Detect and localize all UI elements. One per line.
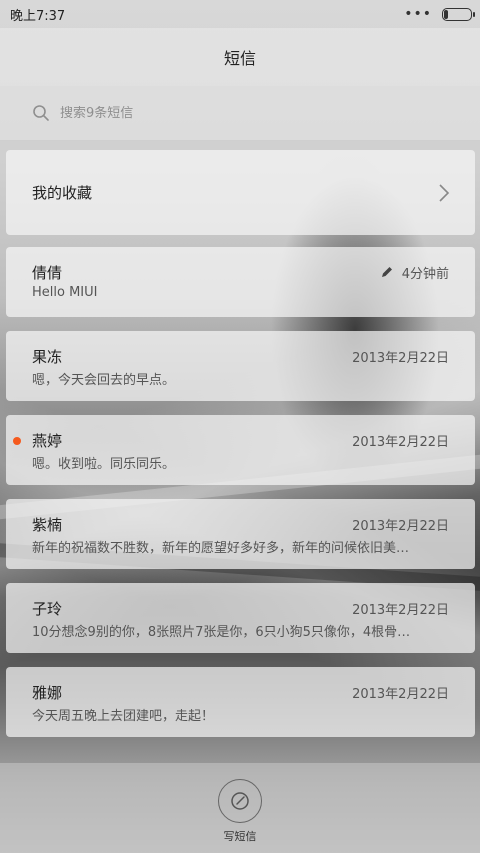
- page-title: 短信: [223, 49, 256, 68]
- status-bar: 晚上7:37 •••: [0, 0, 480, 28]
- message-time: 2013年2月22日: [352, 518, 449, 534]
- battery-icon: [442, 7, 475, 21]
- conversation-item[interactable]: 紫楠 2013年2月22日 新年的祝福数不胜数，新年的愿望好多好多，新年的问候依…: [6, 499, 475, 569]
- message-preview: 嗯，今天会回去的早点。: [32, 373, 176, 388]
- search-bar[interactable]: [0, 86, 480, 141]
- conversation-item[interactable]: 子玲 2013年2月22日 10分想念9别的你，8张照片7张是你，6只小狗5只像…: [6, 583, 475, 653]
- message-time: 2013年2月22日: [352, 602, 449, 618]
- message-preview: Hello MIUI: [32, 285, 98, 300]
- compose-button[interactable]: [218, 779, 262, 823]
- unread-indicator-icon: [13, 437, 21, 445]
- bottom-action-bar: 写短信: [0, 763, 480, 853]
- message-time: 4分钟前: [380, 263, 449, 282]
- message-time: 2013年2月22日: [352, 686, 449, 702]
- conversation-item[interactable]: 果冻 2013年2月22日 嗯，今天会回去的早点。: [6, 331, 475, 401]
- search-input[interactable]: [60, 105, 440, 121]
- message-preview: 嗯。收到啦。同乐同乐。: [32, 457, 176, 472]
- conversation-item[interactable]: 倩倩 4分钟前 Hello MIUI: [6, 247, 475, 317]
- conversation-item[interactable]: 燕婷 2013年2月22日 嗯。收到啦。同乐同乐。: [6, 415, 475, 485]
- message-preview: 10分想念9别的你，8张照片7张是你，6只小狗5只像你，4根骨…: [32, 625, 411, 640]
- message-time: 2013年2月22日: [352, 434, 449, 450]
- draft-pencil-icon: [381, 267, 392, 277]
- contact-name: 燕婷: [32, 431, 63, 450]
- contact-name: 子玲: [32, 599, 63, 618]
- message-preview: 新年的祝福数不胜数，新年的愿望好多好多，新年的问候依旧美…: [32, 541, 410, 556]
- favorites-label: 我的收藏: [32, 184, 93, 202]
- message-preview: 今天周五晚上去团建吧，走起！: [32, 709, 215, 724]
- chevron-right-icon: [439, 183, 450, 202]
- message-time-text: 4分钟前: [401, 266, 449, 282]
- title-bar: 短信: [0, 28, 480, 86]
- contact-name: 倩倩: [32, 263, 63, 282]
- search-icon: [33, 105, 49, 121]
- contact-name: 紫楠: [32, 515, 63, 534]
- overflow-dots-icon: •••: [404, 6, 432, 22]
- contact-name: 雅娜: [32, 683, 63, 702]
- contact-name: 果冻: [32, 347, 63, 366]
- conversation-item[interactable]: 雅娜 2013年2月22日 今天周五晚上去团建吧，走起！: [6, 667, 475, 737]
- compose-label: 写短信: [223, 830, 257, 843]
- status-icons: •••: [404, 6, 475, 22]
- favorites-row[interactable]: 我的收藏: [6, 150, 475, 235]
- compose-icon: [231, 792, 249, 810]
- message-time: 2013年2月22日: [352, 350, 449, 366]
- status-time: 晚上7:37: [10, 8, 66, 24]
